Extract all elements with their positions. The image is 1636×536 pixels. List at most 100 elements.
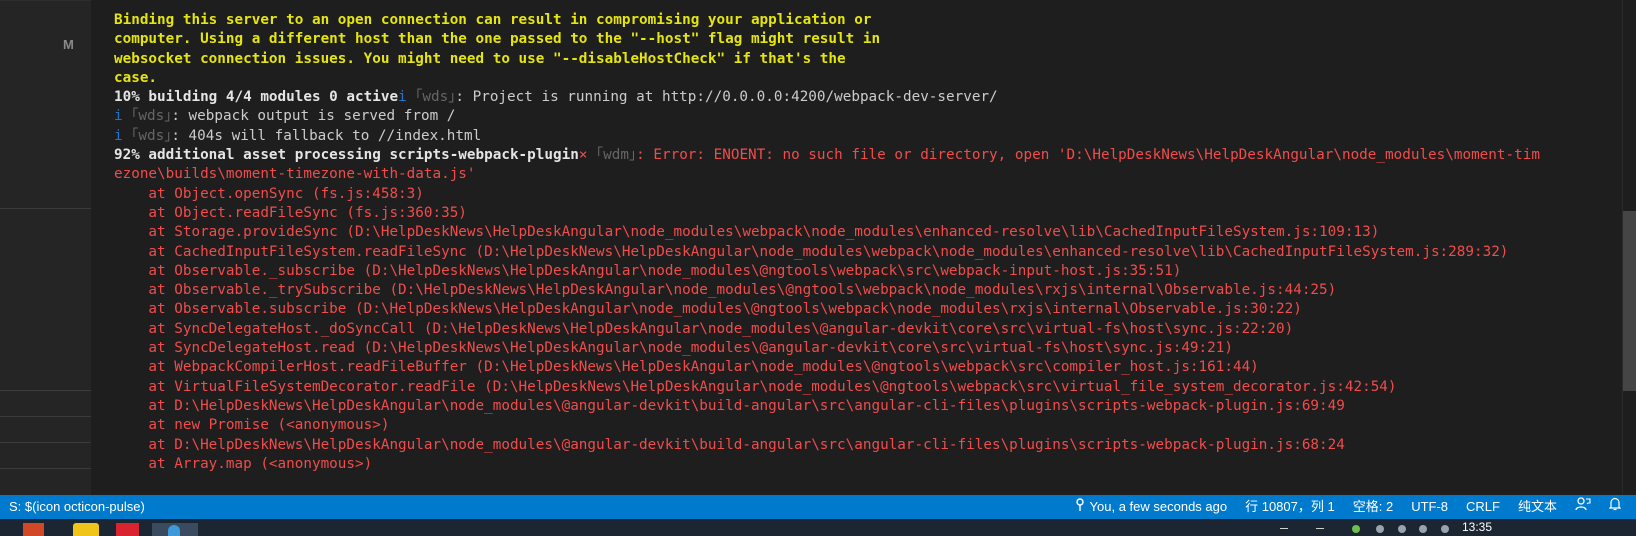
tray-icon[interactable]	[1376, 525, 1384, 533]
terminal-text-segment: at WebpackCompilerHost.readFileBuffer (D…	[114, 359, 1259, 376]
terminal-text-segment: ×	[578, 147, 597, 164]
terminal-text-segment: at Storage.provideSync (D:\HelpDeskNews\…	[114, 224, 1380, 241]
encoding-text: UTF-8	[1411, 499, 1449, 514]
terminal-text-segment: at D:\HelpDeskNews\HelpDeskAngular\node_…	[114, 436, 1345, 453]
terminal-line: at Observable._trySubscribe (D:\HelpDesk…	[114, 281, 1612, 300]
terminal-line: i ｢wds｣: 404s will fallback to //index.h…	[114, 127, 1612, 146]
terminal-text-segment: ｢wds｣	[131, 108, 172, 125]
eol-text: CRLF	[1466, 499, 1500, 514]
status-bar: S: $(icon octicon-pulse) You, a few seco…	[0, 495, 1636, 519]
terminal-text-segment: : Project is running at http://0.0.0.0:4…	[455, 89, 998, 106]
os-taskbar: 13:35	[0, 519, 1636, 536]
terminal-text-segment: at CachedInputFileSystem.readFileSync (D…	[114, 243, 1509, 260]
terminal-line: at D:\HelpDeskNews\HelpDeskAngular\node_…	[114, 397, 1612, 416]
taskbar-clock[interactable]: 13:35	[1462, 519, 1492, 535]
terminal-text-segment: i	[398, 89, 416, 106]
taskbar-app-icon[interactable]	[116, 523, 139, 536]
terminal-text-segment: at Observable._subscribe (D:\HelpDeskNew…	[114, 262, 1182, 279]
terminal-line: at Object.readFileSync (fs.js:360:35)	[114, 204, 1612, 223]
tray-indicator	[1316, 528, 1324, 529]
git-commit-icon	[1075, 495, 1085, 519]
terminal-line: case.	[114, 69, 1612, 88]
modified-indicator: M	[63, 37, 74, 52]
bell-icon	[1608, 495, 1622, 519]
terminal-text-segment: case.	[114, 69, 158, 86]
taskbar-app-icon[interactable]	[23, 523, 44, 536]
eol-setting[interactable]: CRLF	[1457, 495, 1509, 519]
terminal-text-segment: Binding this server to an open connectio…	[114, 12, 872, 28]
language-mode[interactable]: 纯文本	[1509, 495, 1566, 519]
notifications-button[interactable]	[1600, 495, 1630, 519]
tray-icon[interactable]	[1441, 525, 1449, 533]
divider	[0, 442, 91, 443]
git-blame-item[interactable]: You, a few seconds ago	[1066, 495, 1237, 519]
terminal-text-segment: 92% additional asset processing scripts-…	[114, 147, 579, 164]
terminal-line: at WebpackCompilerHost.readFileBuffer (D…	[114, 358, 1612, 377]
terminal-text-segment: i	[114, 127, 132, 144]
terminal-line: at Array.map (<anonymous>)	[114, 455, 1612, 474]
terminal-text-segment: ezone\builds\moment-timezone-with-data.j…	[114, 166, 476, 183]
indentation-setting[interactable]: 空格: 2	[1344, 495, 1402, 519]
terminal-text-segment: at SyncDelegateHost.read (D:\HelpDeskNew…	[114, 340, 1233, 357]
terminal-text-segment: at Array.map (<anonymous>)	[114, 455, 373, 472]
terminal-line: at Observable.subscribe (D:\HelpDeskNews…	[114, 300, 1612, 319]
terminal-text-segment: at Object.readFileSync (fs.js:360:35)	[114, 204, 467, 221]
terminal-line: ezone\builds\moment-timezone-with-data.j…	[114, 165, 1612, 184]
cursor-position-text: 行 10807，列 1	[1245, 499, 1335, 514]
language-text: 纯文本	[1517, 499, 1557, 514]
terminal-output[interactable]: Binding this server to an open connectio…	[114, 11, 1612, 474]
tray-indicator	[1280, 528, 1288, 529]
divider	[0, 468, 91, 469]
tray-icon[interactable]	[1398, 525, 1406, 533]
terminal-line: at CachedInputFileSystem.readFileSync (D…	[114, 243, 1612, 262]
terminal-line: at SyncDelegateHost.read (D:\HelpDeskNew…	[114, 339, 1612, 358]
terminal-line: at Observable._subscribe (D:\HelpDeskNew…	[114, 262, 1612, 281]
terminal-line: computer. Using a different host than th…	[114, 30, 1612, 49]
terminal-text-segment: i	[114, 108, 132, 125]
tray-icon[interactable]	[1419, 525, 1427, 533]
terminal-text-segment: : 404s will fallback to //index.html	[171, 127, 482, 144]
terminal-line: at SyncDelegateHost._doSyncCall (D:\Help…	[114, 320, 1612, 339]
divider	[0, 208, 91, 209]
terminal-text-segment: : webpack output is served from /	[171, 108, 456, 125]
terminal-text-segment: at Object.openSync (fs.js:458:3)	[114, 185, 424, 202]
encoding-setting[interactable]: UTF-8	[1402, 495, 1457, 519]
person-feedback-icon	[1575, 495, 1591, 519]
terminal-line: at D:\HelpDeskNews\HelpDeskAngular\node_…	[114, 436, 1612, 455]
terminal-text-segment: at D:\HelpDeskNews\HelpDeskAngular\node_…	[114, 397, 1345, 414]
status-left[interactable]: S: $(icon octicon-pulse)	[0, 495, 154, 519]
terminal-text-segment: at new Promise (<anonymous>)	[114, 417, 390, 434]
scrollbar-thumb[interactable]	[1623, 211, 1636, 391]
indentation-text: 空格: 2	[1352, 499, 1394, 514]
taskbar-vscode-icon[interactable]	[152, 523, 198, 536]
status-left-text: S: $(icon octicon-pulse)	[9, 499, 145, 514]
terminal-line: i ｢wds｣: webpack output is served from /	[114, 107, 1612, 126]
terminal-line: 92% additional asset processing scripts-…	[114, 146, 1612, 165]
terminal-text-segment: ｢wdm｣	[596, 147, 637, 164]
terminal-text-segment: 10% building 4/4 modules 0 active	[114, 89, 399, 106]
terminal-text-segment: computer. Using a different host than th…	[114, 31, 881, 48]
taskbar-folder-icon[interactable]	[73, 523, 99, 536]
terminal-text-segment: ｢wds｣	[131, 127, 172, 144]
divider	[0, 390, 91, 391]
side-panel: M	[0, 0, 91, 495]
terminal-line: websocket connection issues. You might n…	[114, 50, 1612, 69]
feedback-button[interactable]	[1566, 495, 1600, 519]
terminal-text-segment: at Observable.subscribe (D:\HelpDeskNews…	[114, 301, 1302, 318]
cursor-position[interactable]: 行 10807，列 1	[1236, 495, 1344, 519]
terminal-text-segment: at SyncDelegateHost._doSyncCall (D:\Help…	[114, 320, 1294, 337]
terminal-text-segment: at Observable._trySubscribe (D:\HelpDesk…	[114, 282, 1337, 299]
terminal-line: at new Promise (<anonymous>)	[114, 416, 1612, 435]
terminal-line: at Storage.provideSync (D:\HelpDeskNews\…	[114, 223, 1612, 242]
terminal-text-segment: at VirtualFileSystemDecorator.readFile (…	[114, 378, 1397, 395]
terminal-line: at VirtualFileSystemDecorator.readFile (…	[114, 378, 1612, 397]
terminal-line: Binding this server to an open connectio…	[114, 11, 1612, 30]
tray-icon[interactable]	[1352, 525, 1360, 533]
divider	[0, 416, 91, 417]
terminal-text-segment: : Error: ENOENT: no such file or directo…	[636, 147, 1540, 164]
terminal-line: at Object.openSync (fs.js:458:3)	[114, 185, 1612, 204]
terminal-text-segment: websocket connection issues. You might n…	[114, 50, 846, 67]
terminal-text-segment: ｢wds｣	[415, 89, 456, 106]
terminal-scrollbar[interactable]	[1622, 0, 1636, 495]
git-blame-text: You, a few seconds ago	[1089, 499, 1228, 514]
